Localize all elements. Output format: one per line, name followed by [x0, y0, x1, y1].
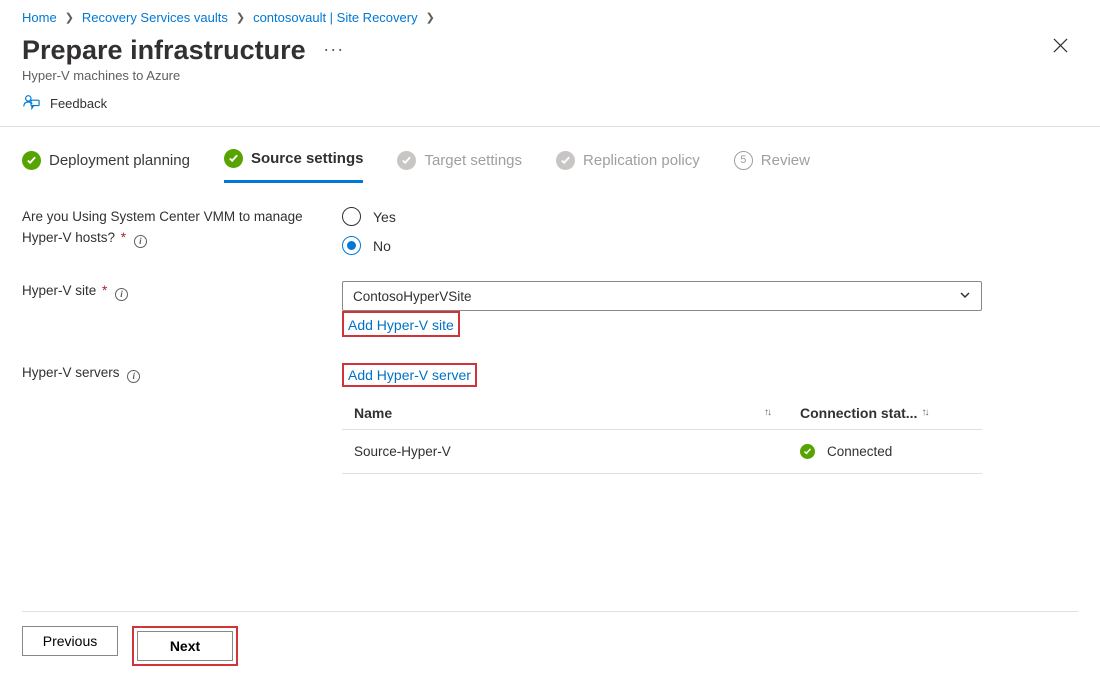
- close-icon: [1053, 38, 1068, 53]
- breadcrumb-contosovault[interactable]: contosovault | Site Recovery: [253, 10, 418, 25]
- form-area: Are you Using System Center VMM to manag…: [0, 189, 1100, 474]
- check-circle-icon: [224, 149, 243, 168]
- step-label: Source settings: [251, 150, 364, 167]
- highlight-add-server: Add Hyper-V server: [342, 363, 477, 387]
- radio-no[interactable]: No: [342, 236, 982, 255]
- dropdown-value: ContosoHyperVSite: [353, 289, 472, 304]
- chevron-right-icon: ❯: [426, 11, 435, 24]
- step-number-icon: 5: [734, 151, 753, 170]
- check-circle-icon: [556, 151, 575, 170]
- servers-table: Name ↑↓ Connection stat... ↑↓ Source-Hyp…: [342, 399, 982, 474]
- cell-server-name: Source-Hyper-V: [354, 444, 800, 459]
- feedback-label: Feedback: [50, 96, 107, 111]
- check-circle-icon: [22, 151, 41, 170]
- wizard-footer: Previous Next: [22, 626, 238, 666]
- radio-icon: [342, 236, 361, 255]
- radio-icon: [342, 207, 361, 226]
- step-review[interactable]: 5 Review: [734, 151, 810, 182]
- column-connection-status[interactable]: Connection stat... ↑↓: [800, 405, 970, 421]
- radio-no-label: No: [373, 238, 391, 254]
- previous-button[interactable]: Previous: [22, 626, 118, 656]
- step-label: Target settings: [424, 152, 522, 169]
- info-icon[interactable]: i: [115, 288, 128, 301]
- step-label: Review: [761, 152, 810, 169]
- chevron-right-icon: ❯: [236, 11, 245, 24]
- breadcrumb-home[interactable]: Home: [22, 10, 57, 25]
- add-hyperv-site-link[interactable]: Add Hyper-V site: [348, 317, 454, 333]
- cell-connection-status: Connected: [800, 444, 970, 459]
- step-replication-policy[interactable]: Replication policy: [556, 151, 700, 182]
- breadcrumb: Home ❯ Recovery Services vaults ❯ contos…: [0, 0, 1100, 35]
- hyperv-site-dropdown[interactable]: ContosoHyperVSite: [342, 281, 982, 311]
- breadcrumb-vaults[interactable]: Recovery Services vaults: [82, 10, 228, 25]
- info-icon[interactable]: i: [127, 370, 140, 383]
- field-hyperv-servers: Hyper-V servers i Add Hyper-V server Nam…: [22, 363, 1078, 474]
- page-subtitle: Hyper-V machines to Azure: [22, 68, 1078, 83]
- info-icon[interactable]: i: [134, 235, 147, 248]
- check-circle-icon: [800, 444, 815, 459]
- chevron-down-icon: [959, 289, 971, 304]
- step-target-settings[interactable]: Target settings: [397, 151, 522, 182]
- page-title: Prepare infrastructure: [22, 35, 306, 66]
- feedback-bar[interactable]: Feedback: [0, 83, 1100, 127]
- close-button[interactable]: [1042, 27, 1078, 63]
- step-source-settings[interactable]: Source settings: [224, 149, 364, 183]
- highlight-add-site: Add Hyper-V site: [342, 311, 460, 337]
- table-header: Name ↑↓ Connection stat... ↑↓: [342, 399, 982, 430]
- site-label: Hyper-V site * i: [22, 281, 128, 302]
- field-hyperv-site: Hyper-V site * i ContosoHyperVSite Add H…: [22, 281, 1078, 337]
- chevron-right-icon: ❯: [65, 11, 74, 24]
- radio-yes[interactable]: Yes: [342, 207, 982, 226]
- step-label: Deployment planning: [49, 152, 190, 169]
- more-actions-icon[interactable]: ···: [323, 39, 344, 59]
- radio-yes-label: Yes: [373, 209, 396, 225]
- column-name[interactable]: Name ↑↓: [354, 405, 800, 421]
- next-button[interactable]: Next: [137, 631, 233, 661]
- step-label: Replication policy: [583, 152, 700, 169]
- highlight-next: Next: [132, 626, 238, 666]
- step-deployment-planning[interactable]: Deployment planning: [22, 151, 190, 182]
- page-header: Prepare infrastructure ··· Hyper-V machi…: [0, 35, 1100, 83]
- feedback-icon: [22, 93, 40, 114]
- check-circle-icon: [397, 151, 416, 170]
- add-hyperv-server-link[interactable]: Add Hyper-V server: [348, 367, 471, 383]
- wizard-steps: Deployment planning Source settings Targ…: [0, 127, 1100, 189]
- vmm-question-label: Are you Using System Center VMM to manag…: [22, 207, 342, 249]
- footer-separator: [22, 611, 1078, 612]
- vmm-radio-group: Yes No: [342, 207, 982, 255]
- servers-label: Hyper-V servers i: [22, 363, 140, 384]
- table-row[interactable]: Source-Hyper-V Connected: [342, 430, 982, 474]
- field-vmm-question: Are you Using System Center VMM to manag…: [22, 207, 1078, 255]
